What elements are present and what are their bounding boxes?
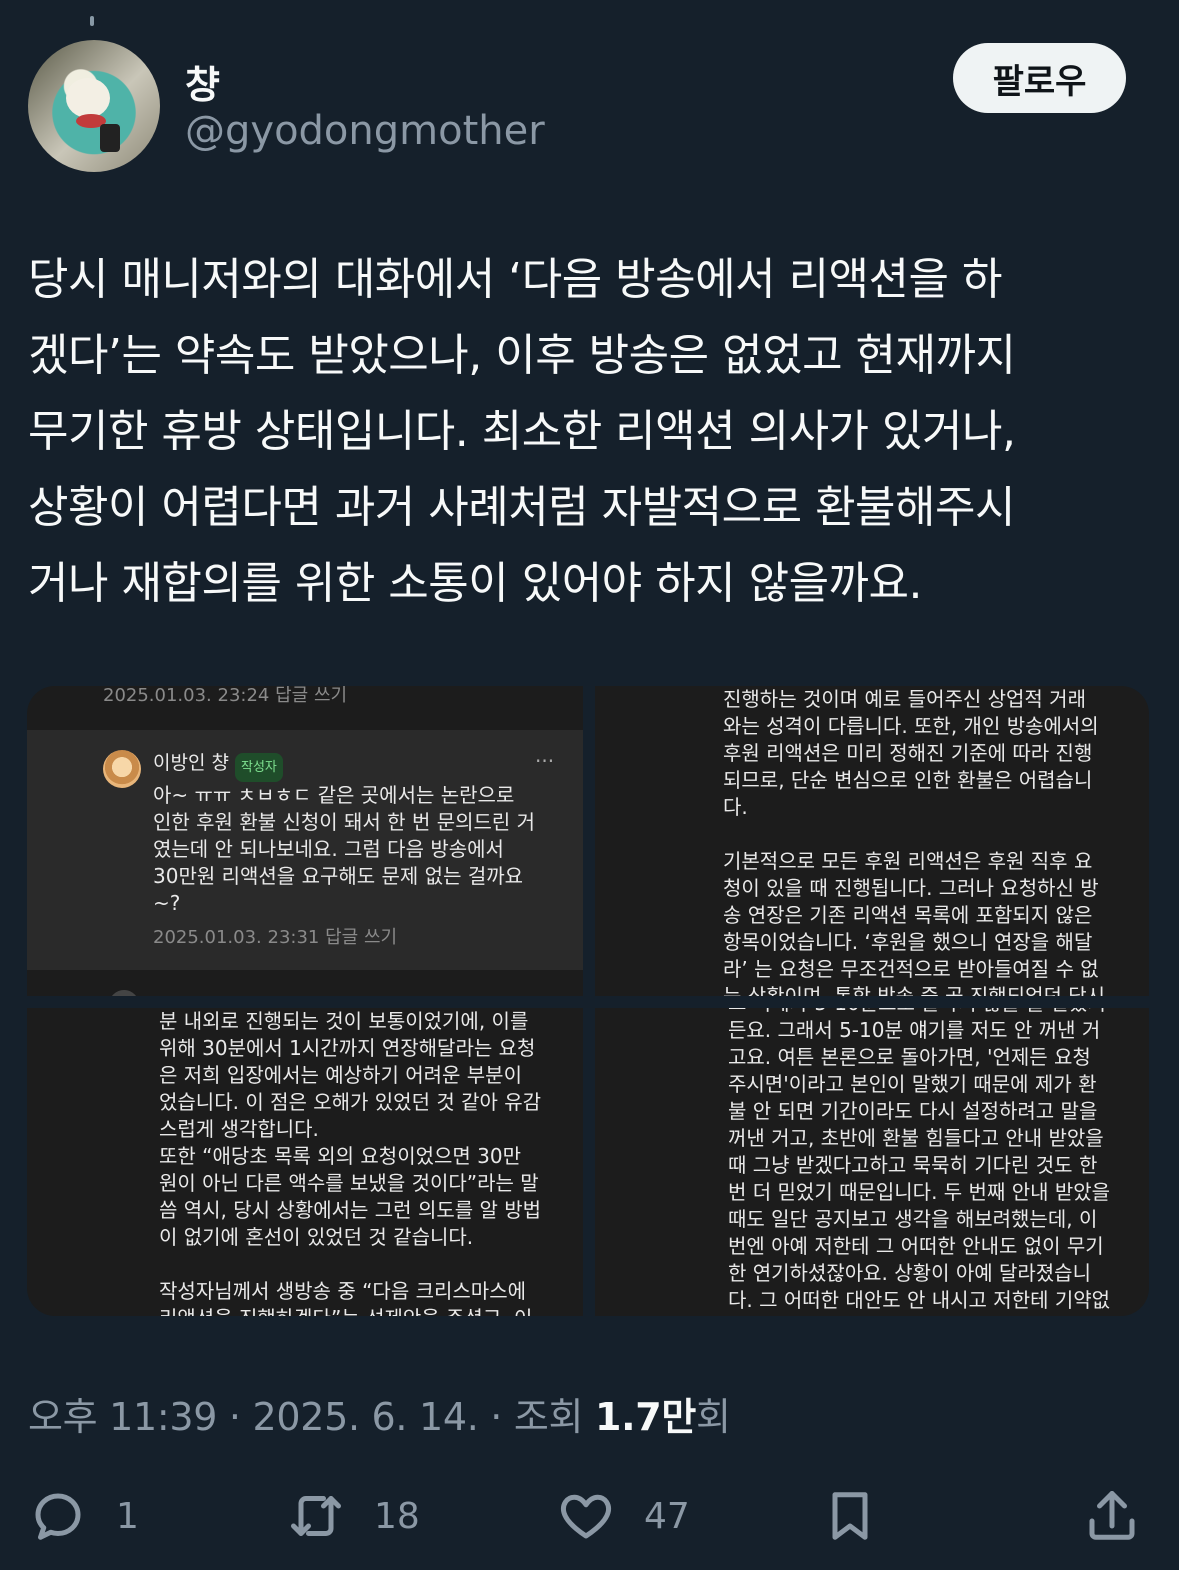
text-line: 분 내외로 진행되는 것이 보통이었기에, 이를: [159, 1009, 529, 1033]
comment-line: 30만원 리액션을 요구해도 문제 없는 걸까요: [153, 864, 524, 888]
display-name[interactable]: 챵: [185, 54, 220, 109]
text-line: 리액션을 진행하겠다”는 선제안을 주셨고, 이: [159, 1305, 569, 1316]
retweet-button[interactable]: 18: [286, 1486, 420, 1546]
comment-line: 인한 후원 환불 신청이 돼서 한 번 문의드린 거: [153, 810, 536, 834]
text-line: 불 안 되면 기간이라도 다시 설정하려고 말을: [728, 1099, 1098, 1123]
text-line: 후원 리액션은 미리 정해진 기준에 따라 진행: [723, 741, 1093, 765]
comment-meta-bottom: 2025.01.03. 23:31 답글 쓰기: [153, 927, 398, 948]
avatar-face: [66, 78, 110, 118]
user-handle[interactable]: @gyodongmother: [185, 108, 545, 154]
comment-line: ~?: [153, 891, 181, 915]
comment-body: 아~ ㅠㅠ ㅊㅂㅎㄷ 같은 곳에서는 논란으로 인한 후원 환불 신청이 돼서 …: [153, 782, 573, 917]
text-line: 다.: [723, 795, 748, 819]
views-count: 1.7만: [594, 1395, 697, 1439]
media-image-2[interactable]: 진행하는 것이며 예로 들어주신 상업적 거래 와는 성격이 다릅니다. 또한,…: [595, 686, 1149, 996]
tweet-line: 겠다’는 약속도 받았으나, 이후 방송은 없었고 현재까지: [28, 330, 1016, 381]
text-line: 진행하는 것이며 예로 들어주신 상업적 거래: [723, 687, 1086, 711]
more-icon: ···: [535, 749, 555, 773]
text-line: [159, 1251, 569, 1278]
text-line: 송 연장은 기존 리액션 목록에 포함되지 않은: [723, 903, 1093, 927]
text-line: 때 그냥 받겠다고하고 묵묵히 기다린 것도 한: [728, 1153, 1098, 1177]
tweet-line: 상황이 어렵다면 과거 사례처럼 자발적으로 환불해주시: [28, 482, 1015, 533]
text-line: 주시면'이라고 본인이 말했기 때문에 제가 환: [728, 1072, 1097, 1096]
heart-icon: [560, 1494, 612, 1539]
text-line: 었습니다. 이 점은 오해가 있었던 것 같아 유감: [159, 1090, 542, 1114]
text-line: 든요. 그래서 5-10분 얘기를 저도 안 꺼낸 거: [728, 1018, 1101, 1042]
text-line: 작성자님께서 생방송 중 “다음 크리스마스에: [159, 1279, 526, 1303]
comment-meta-top: 2025.01.03. 23:24 답글 쓰기: [103, 686, 348, 706]
comment-line: 아~ ㅠㅠ ㅊㅂㅎㄷ 같은 곳에서는 논란으로: [153, 783, 515, 807]
text-line: 한 연기하셨잖아요. 상황이 아예 달라졌습니: [728, 1261, 1091, 1285]
tweet-line: 무기한 휴방 상태입니다. 최소한 리액션 의사가 있거나,: [28, 406, 1016, 457]
tweet-time: 오후 11:39: [28, 1395, 218, 1439]
text-line: 그 외에가 5-10분으로 끝나지 않을 줄 알았기: [728, 1008, 1133, 1017]
text-line: 원이 아닌 다른 액수를 보냈을 것이다”라는 말: [159, 1171, 539, 1195]
media-image-3[interactable]: 분 내외로 진행되는 것이 보통이었기에, 이를 위해 30분에서 1시간까지 …: [27, 1008, 583, 1316]
text-line: 와는 성격이 다릅니다. 또한, 개인 방송에서의: [723, 714, 1099, 738]
text-line: 다. 그 어떠한 대안도 안 내시고 저한테 기약없: [728, 1288, 1111, 1312]
text-line: 번 더 믿었기 때문입니다. 두 번째 안내 받았을: [728, 1180, 1111, 1204]
views-suffix: 회: [696, 1395, 731, 1439]
retweet-icon: [291, 1496, 341, 1536]
commenter-name: 이방인 챵: [153, 752, 229, 774]
commenter-avatar: [103, 750, 141, 788]
media-grid: 2025.01.03. 23:24 답글 쓰기 이방인 챵 작성자 ··· 아~…: [27, 686, 1149, 1316]
text-line: 은 저희 입장에서는 예상하기 어려운 부분이: [159, 1063, 522, 1087]
text-line: [723, 821, 1133, 848]
tweet-text: 당시 매니저와의 대화에서 ‘다음 방송에서 리액션을 하 겠다’는 약속도 받…: [28, 242, 1153, 622]
reply-icon: [35, 1493, 81, 1540]
text-line: 번엔 아예 저한테 그 어떠한 안내도 없이 무기: [728, 1234, 1104, 1258]
text-line: 때도 일단 공지보고 생각을 해보려했는데, 이: [728, 1207, 1098, 1231]
screenshot-text: 진행하는 것이며 예로 들어주신 상업적 거래 와는 성격이 다릅니다. 또한,…: [723, 686, 1133, 996]
next-commenter-avatar: [109, 990, 139, 996]
views-label: 조회: [513, 1395, 595, 1439]
separator: ·: [478, 1395, 514, 1439]
comment-line: 였는데 안 되나보네요. 그럼 다음 방송에서: [153, 837, 504, 861]
retweet-count: 18: [374, 1495, 420, 1537]
text-line: 는 상황이며, 통합 방송 중 곧 진행되었던 당시: [723, 984, 1106, 996]
share-button[interactable]: [1082, 1486, 1142, 1546]
author-badge: 작성자: [235, 753, 283, 782]
text-line: 또한 “애당초 목록 외의 요청이었으면 30만: [159, 1144, 521, 1168]
like-button[interactable]: 47: [556, 1486, 690, 1546]
text-line: 라’ 는 요청은 무조건적으로 받아들여질 수 없: [723, 957, 1099, 981]
text-line: 고요. 여튼 본론으로 돌아가면, '언제든 요청: [728, 1045, 1091, 1069]
separator: ·: [217, 1395, 253, 1439]
text-line: 청이 있을 때 진행됩니다. 그러나 요청하신 방: [723, 876, 1099, 900]
text-line: 꺼낸 거고, 초반에 환불 힘들다고 안내 받았을: [728, 1126, 1104, 1150]
media-image-1[interactable]: 2025.01.03. 23:24 답글 쓰기 이방인 챵 작성자 ··· 아~…: [27, 686, 583, 996]
follow-button[interactable]: 팔로우: [953, 43, 1126, 113]
text-line: 씀 역시, 당시 상황에서는 그런 의도를 알 방법: [159, 1198, 542, 1222]
tweet-line: 거나 재합의를 위한 소통이 있어야 하지 않을까요.: [28, 558, 923, 609]
text-line: 항목이었습니다. ‘후원을 했으니 연장을 해달: [723, 930, 1093, 954]
screenshot-text: 그 외에가 5-10분으로 끝나지 않을 줄 알았기 든요. 그래서 5-10분…: [728, 1008, 1133, 1314]
like-count: 47: [644, 1495, 690, 1537]
text-line: 이 없기에 혼선이 있었던 것 같습니다.: [159, 1225, 474, 1249]
text-line: 위해 30분에서 1시간까지 연장해달라는 요청: [159, 1036, 536, 1060]
bookmark-icon: [832, 1492, 868, 1540]
avatar[interactable]: [28, 40, 160, 172]
bookmark-button[interactable]: [820, 1486, 880, 1546]
reply-count: 1: [116, 1495, 139, 1537]
avatar-phone: [100, 124, 120, 152]
share-icon: [1089, 1491, 1135, 1540]
comment-card: 이방인 챵 작성자 ··· 아~ ㅠㅠ ㅊㅂㅎㄷ 같은 곳에서는 논란으로 인한…: [27, 730, 583, 970]
reply-button[interactable]: 1: [28, 1486, 139, 1546]
text-line: 되므로, 단순 변심으로 인한 환불은 어렵습니: [723, 768, 1093, 792]
tweet-line: 당시 매니저와의 대화에서 ‘다음 방송에서 리액션을 하: [28, 254, 1002, 305]
media-image-4[interactable]: 그 외에가 5-10분으로 끝나지 않을 줄 알았기 든요. 그래서 5-10분…: [595, 1008, 1149, 1316]
text-line: 기본적으로 모든 후원 리액션은 후원 직후 요: [723, 849, 1093, 873]
tweet-date: 2025. 6. 14.: [252, 1395, 479, 1439]
screenshot-text: 분 내외로 진행되는 것이 보통이었기에, 이를 위해 30분에서 1시간까지 …: [159, 1008, 569, 1316]
status-dot: [90, 16, 94, 26]
tweet-timestamp[interactable]: 오후 11:39 · 2025. 6. 14. · 조회 1.7만회: [28, 1386, 731, 1441]
text-line: 스럽게 생각합니다.: [159, 1117, 319, 1141]
